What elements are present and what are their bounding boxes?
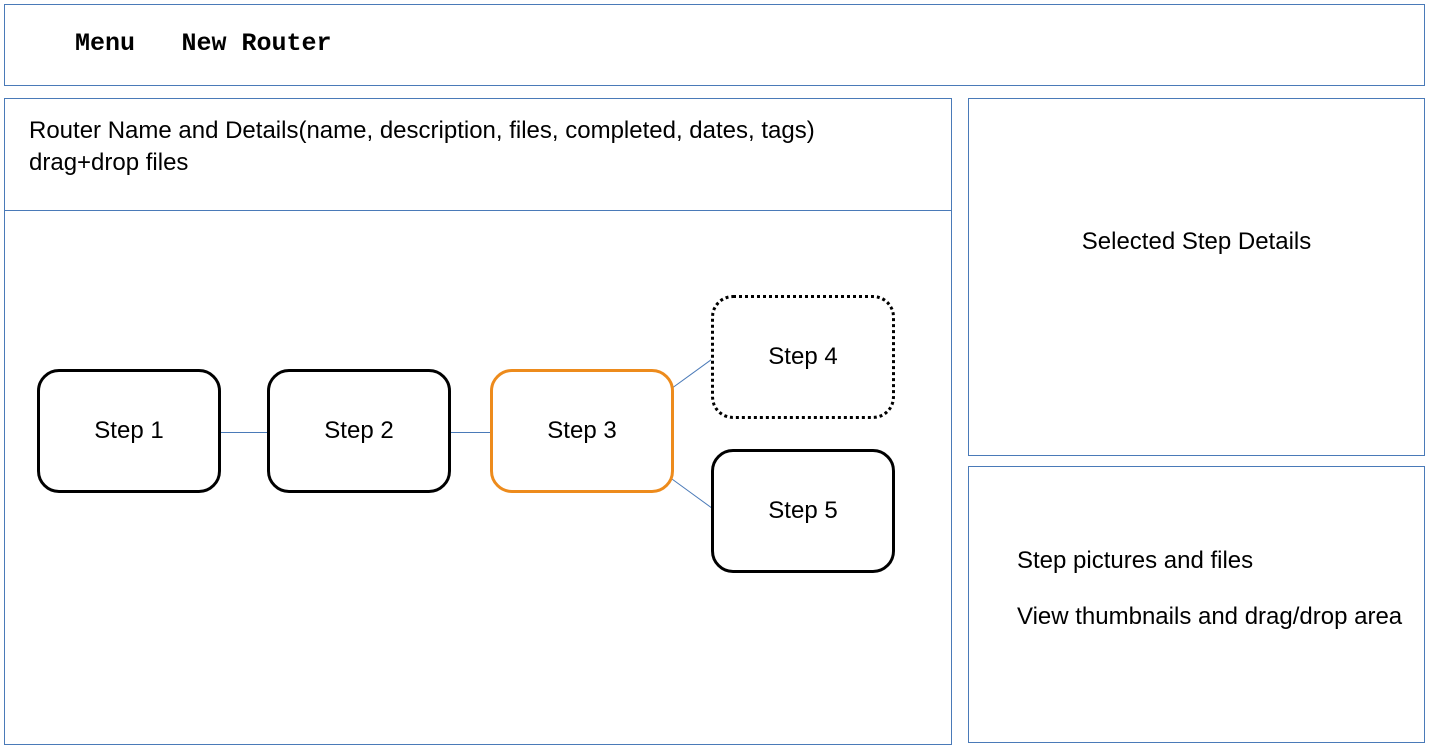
step-box-5[interactable]: Step 5 (711, 449, 895, 573)
workflow-canvas[interactable]: Step 1 Step 2 Step 3 Step 4 Step 5 (5, 211, 951, 716)
step-box-4[interactable]: Step 4 (711, 295, 895, 419)
step-label: Step 1 (94, 417, 163, 445)
step-files-line: View thumbnails and drag/drop area (1017, 601, 1424, 633)
step-box-2[interactable]: Step 2 (267, 369, 451, 493)
router-details-area[interactable]: Router Name and Details(name, descriptio… (5, 99, 951, 211)
selected-step-details-title: Selected Step Details (1082, 228, 1311, 256)
selected-step-details-panel: Selected Step Details (968, 98, 1425, 456)
connector-s2-s3 (450, 432, 494, 433)
step-box-1[interactable]: Step 1 (37, 369, 221, 493)
step-files-line: Step pictures and files (1017, 545, 1424, 577)
step-label: Step 2 (324, 417, 393, 445)
header-bar: Menu New Router (4, 4, 1425, 86)
menu-link[interactable]: Menu (75, 29, 135, 58)
step-label: Step 4 (768, 343, 837, 371)
step-label: Step 5 (768, 497, 837, 525)
step-label: Step 3 (547, 417, 616, 445)
connector-s3-s5 (669, 477, 713, 510)
page-title: New Router (181, 29, 331, 58)
step-box-3[interactable]: Step 3 (490, 369, 674, 493)
main-panel: Router Name and Details(name, descriptio… (4, 98, 952, 745)
step-files-panel[interactable]: Step pictures and files View thumbnails … (968, 466, 1425, 743)
connector-s3-s4 (670, 357, 714, 390)
connector-s1-s2 (220, 432, 270, 433)
